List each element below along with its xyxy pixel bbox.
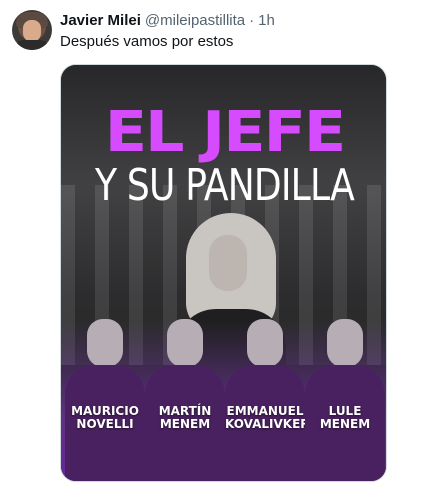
person-label: EMMANUEL KOVALIVKER bbox=[225, 405, 310, 431]
tweet-text: Después vamos por estos bbox=[60, 33, 234, 50]
author-name[interactable]: Javier Milei bbox=[60, 11, 141, 31]
image-people-row: MAURICIO NOVELLI MARTÍN MENEM EMMANUEL K… bbox=[61, 313, 386, 481]
avatar-face bbox=[23, 20, 41, 42]
person-4: LULE MENEM bbox=[305, 313, 385, 481]
person-last-name: NOVELLI bbox=[76, 417, 134, 431]
person-label: MARTÍN MENEM bbox=[145, 405, 225, 431]
person-label: MAURICIO NOVELLI bbox=[65, 405, 145, 431]
person-head bbox=[247, 319, 283, 367]
author-handle[interactable]: @mileipastillita bbox=[145, 11, 245, 31]
person-head bbox=[167, 319, 203, 367]
person-last-name: MENEM bbox=[159, 417, 211, 431]
person-2: MARTÍN MENEM bbox=[145, 313, 225, 481]
figure-face bbox=[209, 235, 247, 291]
person-head bbox=[327, 319, 363, 367]
tweet-media-image[interactable]: EL JEFE Y SU PANDILLA MAURICIO NOVELLI M… bbox=[60, 64, 387, 482]
person-3: EMMANUEL KOVALIVKER bbox=[225, 313, 310, 481]
person-last-name: KOVALIVKER bbox=[225, 417, 310, 431]
person-head bbox=[87, 319, 123, 367]
author-avatar[interactable] bbox=[12, 10, 52, 50]
person-1: MAURICIO NOVELLI bbox=[65, 313, 145, 481]
person-label: LULE MENEM bbox=[305, 405, 385, 431]
tweet-time[interactable]: 1h bbox=[258, 11, 275, 31]
avatar-suit bbox=[14, 40, 50, 50]
tweet-header: Javier Milei @mileipastillita · 1h bbox=[60, 11, 275, 31]
person-last-name: MENEM bbox=[319, 417, 371, 431]
separator-dot: · bbox=[249, 12, 255, 29]
image-title-line1: EL JEFE bbox=[104, 98, 347, 165]
image-title-line2: Y SU PANDILLA bbox=[95, 160, 355, 211]
